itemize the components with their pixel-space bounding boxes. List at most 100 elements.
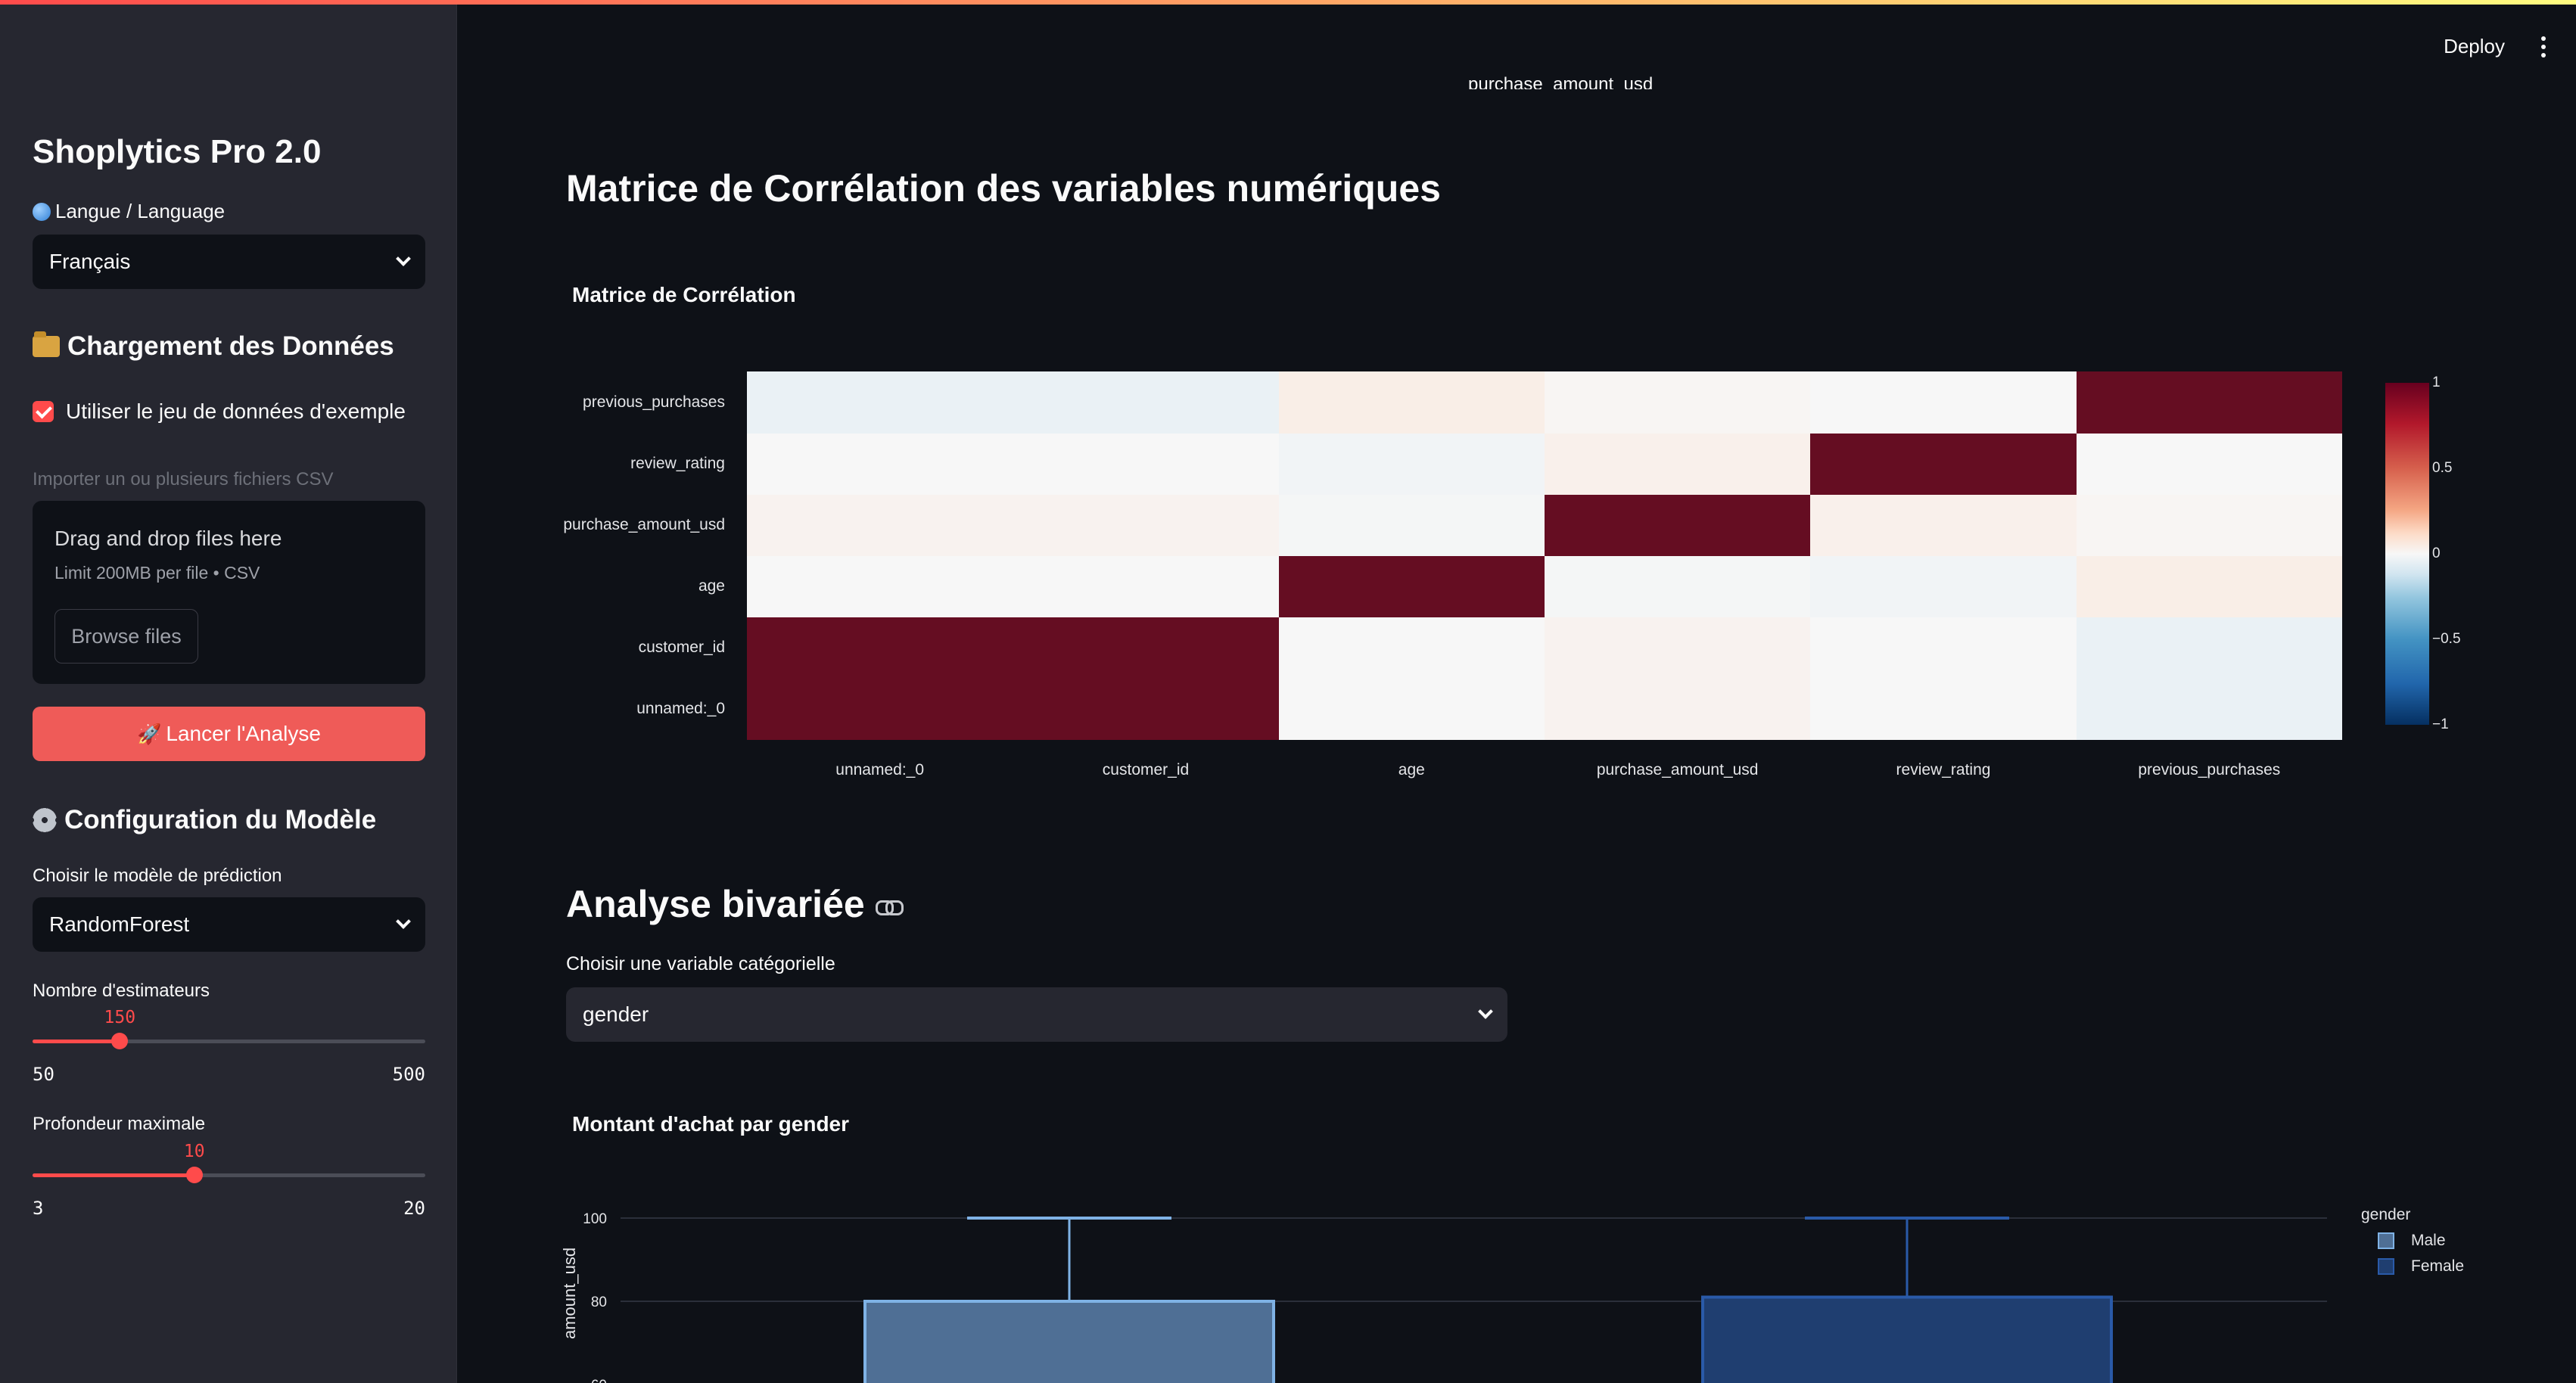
- heatmap-y-tick-label: purchase_amount_usd: [563, 515, 725, 533]
- heatmap-cell[interactable]: [747, 494, 1013, 556]
- deploy-button[interactable]: Deploy: [2444, 35, 2505, 58]
- heatmap-cell[interactable]: [2076, 371, 2343, 434]
- colorbar-tick-label: 1: [2432, 374, 2441, 390]
- model-select-label: Choisir le modèle de prédiction: [33, 866, 282, 886]
- heatmap-cell[interactable]: [1810, 617, 2077, 679]
- chevron-down-icon: [396, 914, 411, 929]
- heatmap-x-tick-label: purchase_amount_usd: [1596, 761, 1759, 779]
- heatmap-cell[interactable]: [2076, 617, 2343, 679]
- language-label: Langue / Language: [55, 200, 226, 222]
- run-analysis-label: Lancer l'Analyse: [166, 722, 321, 745]
- heatmap-cell[interactable]: [1545, 433, 1811, 495]
- heatmap-cell[interactable]: [1278, 494, 1545, 556]
- heatmap-y-tick-label: previous_purchases: [583, 393, 725, 411]
- heatmap-cell[interactable]: [1013, 678, 1280, 740]
- browse-files-button[interactable]: Browse files: [54, 609, 198, 664]
- colorbar-tick-label: 0: [2432, 545, 2441, 561]
- heatmap-cell[interactable]: [747, 371, 1013, 434]
- colorbar-tick-label: −0.5: [2432, 631, 2461, 647]
- estimators-slider[interactable]: 150 50 500: [33, 1008, 425, 1085]
- checkbox-checked-icon[interactable]: [33, 401, 54, 422]
- heatmap-cell[interactable]: [1545, 371, 1811, 434]
- globe-icon: [33, 202, 51, 221]
- y-tick-label: 80: [591, 1294, 607, 1310]
- heatmap-x-tick-label: customer_id: [1102, 761, 1190, 779]
- box-body[interactable]: [863, 1300, 1275, 1383]
- sample-data-checkbox[interactable]: Utiliser le jeu de données d'exemple: [33, 399, 406, 424]
- legend-item[interactable]: Male: [2378, 1232, 2446, 1250]
- heatmap-cell[interactable]: [2076, 678, 2343, 740]
- heatmap-cell[interactable]: [1545, 617, 1811, 679]
- chevron-down-icon: [396, 251, 411, 266]
- slider-thumb[interactable]: [111, 1033, 129, 1049]
- legend-label: Female: [2411, 1257, 2465, 1275]
- csv-import-label: Importer un ou plusieurs fichiers CSV: [33, 469, 334, 489]
- slider-thumb[interactable]: [185, 1167, 203, 1183]
- heatmap-x-tick-label: review_rating: [1896, 761, 1991, 779]
- language-select[interactable]: Français: [33, 235, 425, 289]
- y-tick-label: 60: [591, 1378, 607, 1383]
- anchor-link-icon[interactable]: [875, 900, 904, 915]
- heatmap-x-tick-label: age: [1398, 761, 1425, 779]
- heatmap-cell[interactable]: [1278, 555, 1545, 617]
- heatmap-cell[interactable]: [747, 678, 1013, 740]
- colorbar-tick-label: −1: [2432, 716, 2449, 732]
- heatmap-cell[interactable]: [1278, 678, 1545, 740]
- app-title: Shoplytics Pro 2.0: [33, 133, 322, 170]
- heatmap-cell[interactable]: [2076, 494, 2343, 556]
- slider-fill: [33, 1040, 120, 1043]
- heatmap-cell[interactable]: [2076, 433, 2343, 495]
- slider-max: 500: [392, 1064, 425, 1085]
- heatmap-cell[interactable]: [747, 433, 1013, 495]
- model-select[interactable]: RandomForest: [33, 897, 425, 952]
- heatmap-cell[interactable]: [747, 555, 1013, 617]
- heatmap-y-tick-label: review_rating: [630, 454, 725, 472]
- heatmap-cell[interactable]: [1545, 555, 1811, 617]
- legend-label: Male: [2411, 1232, 2446, 1249]
- kebab-menu-icon[interactable]: [2541, 36, 2546, 57]
- heatmap-cell[interactable]: [1278, 371, 1545, 434]
- heatmap-cell[interactable]: [1278, 433, 1545, 495]
- heatmap-cell[interactable]: [1810, 494, 2077, 556]
- heatmap-y-tick-label: unnamed:_0: [636, 699, 725, 717]
- box-plot[interactable]: 100 80 60 amount_usd: [560, 1180, 2331, 1383]
- legend-item[interactable]: Female: [2378, 1257, 2464, 1276]
- heatmap-cell[interactable]: [1013, 555, 1280, 617]
- heatmap-cell[interactable]: [747, 617, 1013, 679]
- heatmap-cell[interactable]: [1013, 433, 1280, 495]
- heatmap-cell[interactable]: [2076, 555, 2343, 617]
- y-axis-label: amount_usd: [560, 1248, 579, 1339]
- bivariate-heading-text: Analyse bivariée: [566, 883, 865, 925]
- sidebar: Shoplytics Pro 2.0 Langue / Language Fra…: [0, 0, 457, 1383]
- header-actions: Deploy: [2444, 35, 2546, 58]
- chevron-down-icon: [1478, 1004, 1493, 1019]
- heatmap-cell[interactable]: [1810, 433, 2077, 495]
- gear-icon: [33, 808, 57, 832]
- dropzone-title: Drag and drop files here: [54, 527, 282, 550]
- heatmap-cell[interactable]: [1013, 494, 1280, 556]
- heatmap-cell[interactable]: [1545, 494, 1811, 556]
- box-body[interactable]: [1701, 1295, 2113, 1383]
- model-config-heading: Configuration du Modèle: [33, 805, 376, 835]
- heatmap-cell[interactable]: [1810, 371, 2077, 434]
- folder-icon: [33, 331, 60, 357]
- heatmap-cell[interactable]: [1013, 617, 1280, 679]
- heatmap-cell[interactable]: [1278, 617, 1545, 679]
- correlation-heatmap[interactable]: [747, 371, 2343, 740]
- max-depth-label: Profondeur maximale: [33, 1114, 206, 1134]
- heatmap-cell[interactable]: [1810, 678, 2077, 740]
- sample-data-checkbox-label: Utiliser le jeu de données d'exemple: [66, 399, 406, 423]
- heatmap-cell[interactable]: [1013, 371, 1280, 434]
- data-loading-heading: Chargement des Données: [33, 331, 394, 362]
- file-dropzone[interactable]: Drag and drop files here Limit 200MB per…: [33, 501, 425, 684]
- max-depth-slider[interactable]: 10 3 20: [33, 1142, 425, 1219]
- y-tick-label: 100: [583, 1211, 607, 1227]
- heatmap-y-tick-label: customer_id: [638, 638, 725, 656]
- run-analysis-button[interactable]: 🚀 Lancer l'Analyse: [33, 707, 425, 761]
- heatmap-cell[interactable]: [1810, 555, 2077, 617]
- dropzone-limit: Limit 200MB per file • CSV: [54, 563, 260, 583]
- heatmap-cell[interactable]: [1545, 678, 1811, 740]
- app-window: { "header": { "deploy_label": "Deploy" }…: [0, 0, 2576, 1383]
- category-select[interactable]: gender: [566, 987, 1507, 1042]
- data-loading-heading-text: Chargement des Données: [67, 331, 394, 361]
